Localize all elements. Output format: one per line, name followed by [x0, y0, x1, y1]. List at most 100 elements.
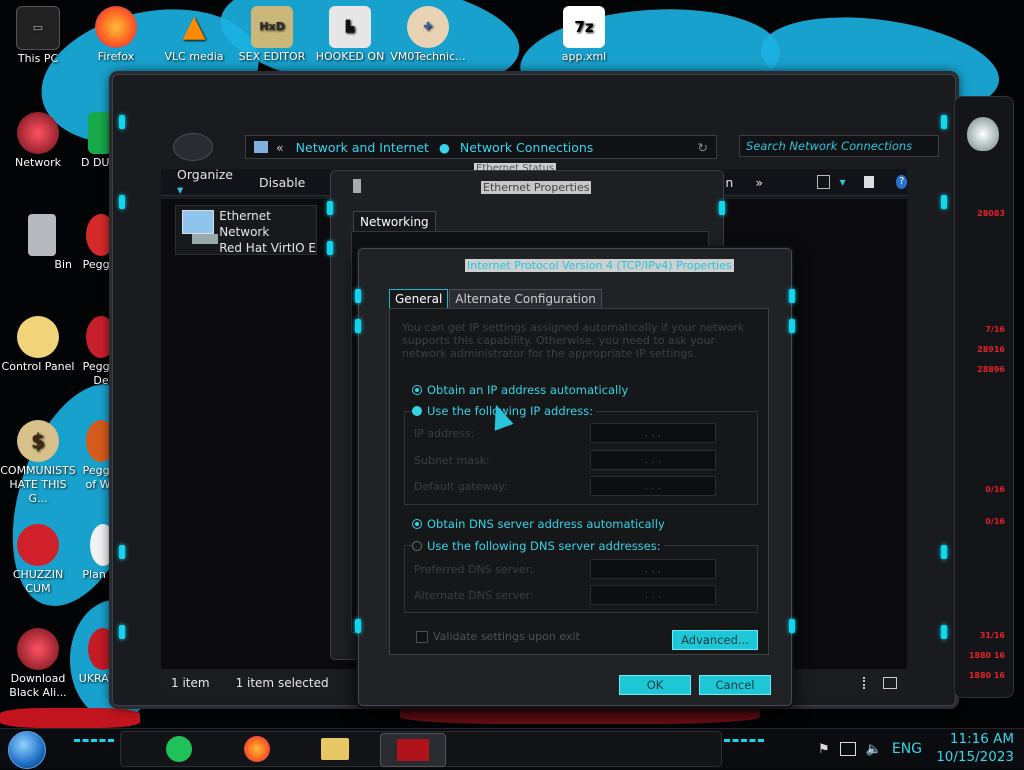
toolbar-partial-label: n — [725, 174, 734, 190]
7zip-icon: 7z — [563, 6, 605, 48]
intro-text: You can get IP settings assigned automat… — [402, 321, 745, 360]
general-panel: You can get IP settings assigned automat… — [389, 308, 769, 655]
firefox-icon — [95, 6, 137, 48]
preview-pane-icon[interactable] — [863, 176, 875, 188]
frame-light — [119, 195, 125, 209]
desktop-icon-hxd[interactable]: HxD SEX EDITOR — [234, 6, 310, 64]
ok-button[interactable]: OK — [619, 675, 691, 695]
validate-settings-checkbox[interactable]: Validate settings upon exit — [416, 630, 580, 643]
desktop-icon-label: Control Panel — [1, 360, 75, 373]
network-tray-icon[interactable] — [839, 742, 856, 756]
desktop-icon-communists[interactable]: $ COMMUNISTS HATE THIS G... — [0, 420, 76, 506]
preferred-dns-input[interactable]: . . . — [590, 559, 716, 579]
cancel-button[interactable]: Cancel — [699, 675, 771, 695]
alienware-logo-icon — [967, 117, 999, 151]
breadcrumb-network-internet[interactable]: Network and Internet — [296, 140, 429, 155]
desktop-icon-hooked-on[interactable]: ▙ HOOKED ON — [312, 6, 388, 64]
gadget-reading: 28896 — [977, 365, 1005, 374]
help-icon[interactable]: ? — [896, 175, 908, 189]
subnet-mask-input[interactable]: . . . — [590, 450, 716, 470]
details-view-icon[interactable] — [863, 677, 869, 689]
desktop-icon-label: HOOKED ON — [315, 50, 385, 63]
clock[interactable]: 11:16 AM 10/15/2023 — [930, 729, 1014, 770]
preferred-dns-label: Preferred DNS server: — [414, 562, 534, 576]
desktop-icon-vm0technic[interactable]: ✚ VM0Technic... — [390, 6, 466, 64]
desktop-icon-recycle-bin[interactable]: Bin — [12, 214, 72, 272]
gadget-reading: 31/16 — [979, 631, 1005, 640]
ip-address-label: IP address: — [414, 426, 475, 440]
desktop-icon-download-black-alienware[interactable]: Download Black Ali... — [0, 628, 76, 700]
obtain-ip-auto-radio[interactable]: Obtain an IP address automatically — [412, 383, 628, 397]
desktop-icon-firefox[interactable]: Firefox — [78, 6, 154, 64]
network-adapter-icon — [353, 179, 361, 193]
alternate-dns-label: Alternate DNS server: — [414, 588, 534, 602]
desktop-icon-vlc[interactable]: ▲ VLC media — [156, 6, 232, 64]
taskbar: ⚑ 🔈 ENG 11:16 AM 10/15/2023 — [0, 728, 1024, 769]
gadget-reading: 7/16 — [985, 325, 1005, 334]
taskbar-notes-app[interactable] — [162, 733, 196, 765]
radio-unselected-icon — [412, 541, 422, 551]
ip-address-input[interactable]: . . . — [590, 423, 716, 443]
large-icons-view-icon[interactable] — [883, 677, 897, 689]
breadcrumb-back[interactable]: « — [276, 140, 284, 155]
default-gateway-label: Default gateway: — [414, 479, 508, 493]
network-icon — [17, 112, 59, 154]
clock-date: 10/15/2023 — [936, 749, 1014, 765]
language-indicator[interactable]: ENG — [892, 741, 922, 757]
ipv4-properties-dialog[interactable]: Internet Protocol Version 4 (TCP/IPv4) P… — [355, 248, 795, 706]
desktop-icon-label: CHUZZIN CUM — [12, 568, 64, 595]
advanced-button[interactable]: Advanced... — [672, 630, 758, 650]
view-options-icon[interactable] — [816, 175, 830, 189]
search-input[interactable]: Search Network Connections — [739, 135, 939, 157]
volume-icon[interactable]: 🔈 — [866, 742, 882, 757]
ip-address-field: IP address: . . . — [414, 423, 716, 443]
radio-selected-icon — [412, 385, 422, 395]
address-bar[interactable]: « Network and Internet ● Network Connect… — [245, 135, 717, 159]
desktop-icon-label: Download Black Ali... — [9, 672, 67, 699]
obtain-dns-auto-radio[interactable]: Obtain DNS server address automatically — [412, 517, 665, 531]
green-app-icon — [88, 112, 112, 154]
refresh-icon[interactable]: ↻ — [698, 140, 708, 155]
desktop-icon-app-xml[interactable]: 7z app.xml — [546, 6, 622, 64]
preferred-dns-field: Preferred DNS server: . . . — [414, 559, 716, 579]
frame-light — [789, 319, 795, 333]
start-button[interactable] — [8, 731, 46, 769]
tab-general[interactable]: General — [389, 289, 449, 309]
gadget-reading: 1880 16 — [968, 651, 1005, 660]
subnet-mask-label: Subnet mask: — [414, 453, 490, 467]
adapter-network: Network — [219, 225, 270, 239]
frame-light — [355, 319, 361, 333]
network-connections-icon — [397, 739, 429, 761]
desktop-icon-network[interactable]: Network — [0, 112, 76, 170]
breadcrumb-network-connections[interactable]: Network Connections — [460, 140, 593, 155]
organize-button[interactable]: Organize ▾ — [177, 167, 233, 197]
chevron-down-icon[interactable]: ▾ — [840, 175, 846, 189]
taskbar-firefox[interactable] — [240, 733, 274, 765]
adapter-device: Red Hat VirtIO E — [219, 241, 316, 255]
disable-button[interactable]: Disable — [259, 175, 305, 190]
chevron-down-icon: ▾ — [177, 182, 184, 197]
alternate-dns-input[interactable]: . . . — [590, 585, 716, 605]
more-commands-button[interactable]: » — [755, 175, 763, 190]
desktop-icon-this-pc[interactable]: ▭ This PC — [0, 6, 76, 66]
taskbar-file-explorer[interactable] — [318, 733, 352, 765]
taskbar-active-window[interactable] — [380, 733, 446, 767]
default-gateway-input[interactable]: . . . — [590, 476, 716, 496]
gadget-reading: 1880 16 — [968, 671, 1005, 680]
ethernet-adapter-item[interactable]: Ethernet Network Red Hat VirtIO E — [175, 205, 317, 255]
frame-light — [119, 625, 125, 639]
radio-unselected-icon — [412, 406, 422, 416]
desktop-icon-chuzzle[interactable]: CHUZZIN CUM — [0, 524, 76, 596]
nav-orb-button[interactable] — [173, 133, 213, 161]
dialog-tabs: General Alternate Configuration — [389, 289, 603, 309]
desktop-icon-control-panel[interactable]: Control Panel — [0, 316, 76, 374]
default-gateway-field: Default gateway: . . . — [414, 476, 716, 496]
use-following-dns-radio[interactable]: Use the following DNS server addresses: — [412, 539, 664, 553]
desktop-icon-label: Firefox — [97, 50, 135, 63]
tab-alternate-configuration[interactable]: Alternate Configuration — [449, 289, 602, 309]
system-monitor-gadget[interactable]: 28083 7/16 28916 28896 0/16 0/16 31/16 1… — [954, 96, 1014, 698]
flag-icon[interactable]: ⚑ — [818, 742, 830, 757]
gadget-reading: 0/16 — [985, 485, 1005, 494]
tab-networking[interactable]: Networking — [353, 211, 436, 232]
network-adapter-icon — [176, 206, 219, 250]
